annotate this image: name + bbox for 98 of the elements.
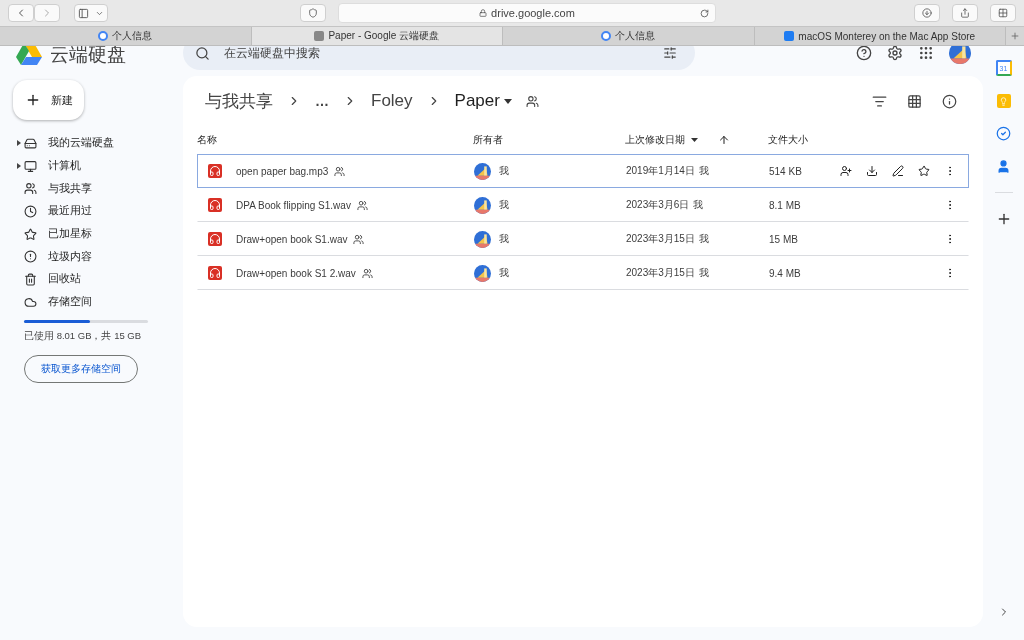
file-row[interactable]: Draw+open book S1.wav 我 2023年3月15日 我 15 MB [197, 222, 969, 256]
owner-avatar [474, 196, 491, 214]
file-size: 514 KB [769, 165, 802, 177]
breadcrumb-more[interactable]: … [309, 93, 335, 109]
modified-by: 我 [698, 232, 709, 246]
sidebar-item[interactable]: 我的云端硬盘 [0, 132, 173, 155]
file-size: 9.4 MB [769, 267, 801, 279]
tab-overview-icon[interactable] [990, 4, 1016, 22]
file-row[interactable]: open paper bag.mp3 我 2019年1月14日 我 514 KB [197, 154, 969, 188]
breadcrumb-current[interactable]: Paper [448, 91, 518, 111]
shared-icon[interactable] [356, 199, 368, 211]
shared-users-icon[interactable] [525, 94, 539, 108]
modified-date: 2023年3月6日 [626, 198, 690, 212]
search-options-icon[interactable] [663, 46, 677, 60]
sort-arrow-icon[interactable] [718, 134, 730, 146]
new-button[interactable]: 新建 [13, 80, 84, 120]
google-icon [98, 31, 109, 41]
search-icon [195, 46, 210, 61]
caret-icon[interactable] [691, 138, 698, 142]
share-icon[interactable] [840, 165, 852, 177]
owner-avatar [474, 162, 491, 180]
expand-caret-icon[interactable] [17, 163, 21, 170]
search-input[interactable]: 在云端硬盘中搜索 [222, 46, 651, 60]
owner-name: 我 [499, 164, 509, 178]
grid-view-icon[interactable] [907, 93, 922, 109]
cloud-icon [24, 295, 37, 309]
clock-icon [24, 204, 37, 218]
caret-icon [503, 98, 512, 104]
plus-icon [25, 92, 41, 108]
breadcrumb-link[interactable]: Foley [365, 91, 419, 111]
column-header[interactable]: 所有者 [473, 133, 503, 147]
sidebar-icon [78, 7, 89, 19]
drive-logo-icon [16, 46, 42, 65]
modified-date: 2023年3月15日 [626, 266, 695, 280]
download-icon[interactable] [866, 165, 878, 177]
breadcrumb-link[interactable]: 与我共享 [199, 89, 279, 113]
modified-by: 我 [693, 198, 704, 212]
page-icon [314, 31, 325, 41]
address-bar[interactable]: drive.google.com [338, 3, 716, 23]
modified-by: 我 [698, 266, 709, 280]
sidebar-item[interactable]: 存储空间 [0, 290, 173, 314]
file-size: 8.1 MB [769, 199, 801, 211]
privacy-shield-icon[interactable] [300, 4, 326, 22]
owner-avatar [474, 264, 491, 282]
sidebar-item[interactable]: 最近用过 [0, 200, 173, 223]
column-header[interactable]: 文件大小 [768, 133, 808, 147]
file-size: 15 MB [769, 233, 798, 245]
column-header[interactable]: 名称 [197, 133, 217, 147]
google-icon [601, 31, 612, 41]
audio-file-icon[interactable] [208, 232, 222, 246]
modified-date: 2019年1月14日 [626, 164, 695, 178]
settings-icon[interactable] [887, 46, 903, 61]
star-icon[interactable] [918, 165, 930, 177]
drive-icon [24, 136, 37, 150]
sidebar-item[interactable]: 计算机 [0, 154, 173, 178]
search-field[interactable]: 在云端硬盘中搜索 [183, 46, 695, 70]
sidebar-item[interactable]: 回收站 [0, 268, 173, 291]
file-row[interactable]: DPA Book flipping S1.wav 我 2023年3月6日 我 8.1 MB [197, 188, 969, 222]
owner-name: 我 [499, 266, 509, 280]
browser-tab[interactable]: Paper - Google 云端硬盘 [251, 27, 503, 45]
file-name: Draw+open book S1.wav [236, 233, 348, 245]
owner-name: 我 [499, 198, 509, 212]
filter-icon[interactable] [872, 93, 887, 109]
sidebar-item[interactable]: 已加星标 [0, 222, 173, 246]
star-icon [24, 227, 37, 241]
file-name: Draw+open book S1 2.wav [236, 267, 356, 279]
alert-icon [24, 250, 37, 264]
shared-icon[interactable] [353, 233, 365, 245]
storage-usage-text: 已使用 8.01 GB，共 15 GB [24, 329, 143, 343]
app-store-icon [784, 31, 795, 41]
expand-caret-icon[interactable] [17, 140, 21, 147]
sidebar-item[interactable]: 垃圾内容 [0, 245, 173, 269]
apps-grid-icon[interactable] [918, 46, 934, 61]
file-name: open paper bag.mp3 [236, 165, 329, 177]
person-icon[interactable] [996, 159, 1011, 174]
sidebar-item[interactable]: 与我共享 [0, 177, 173, 201]
sidebar-menu-button[interactable] [74, 4, 108, 22]
computer-icon [24, 159, 37, 173]
shared-icon[interactable] [361, 267, 373, 279]
audio-file-icon[interactable] [208, 198, 222, 212]
file-name: DPA Book flipping S1.wav [236, 199, 351, 211]
check-circle-icon[interactable] [996, 126, 1011, 141]
modified-date: 2023年3月15日 [626, 232, 695, 246]
shared-icon[interactable] [334, 165, 346, 177]
owner-name: 我 [499, 232, 509, 246]
app-title: 云端硬盘 [50, 46, 126, 67]
people-icon [24, 182, 37, 196]
modified-by: 我 [698, 164, 709, 178]
audio-file-icon[interactable] [208, 266, 222, 280]
column-header[interactable]: 上次修改日期 [625, 133, 685, 147]
info-icon[interactable] [942, 93, 957, 109]
account-avatar[interactable] [949, 46, 971, 64]
help-icon[interactable] [856, 46, 872, 61]
rename-icon[interactable] [892, 165, 904, 177]
owner-avatar [474, 230, 491, 248]
trash-icon [24, 272, 37, 286]
audio-file-icon[interactable] [208, 164, 222, 178]
file-row[interactable]: Draw+open book S1 2.wav 我 2023年3月15日 我 9.4 MB [197, 256, 969, 290]
